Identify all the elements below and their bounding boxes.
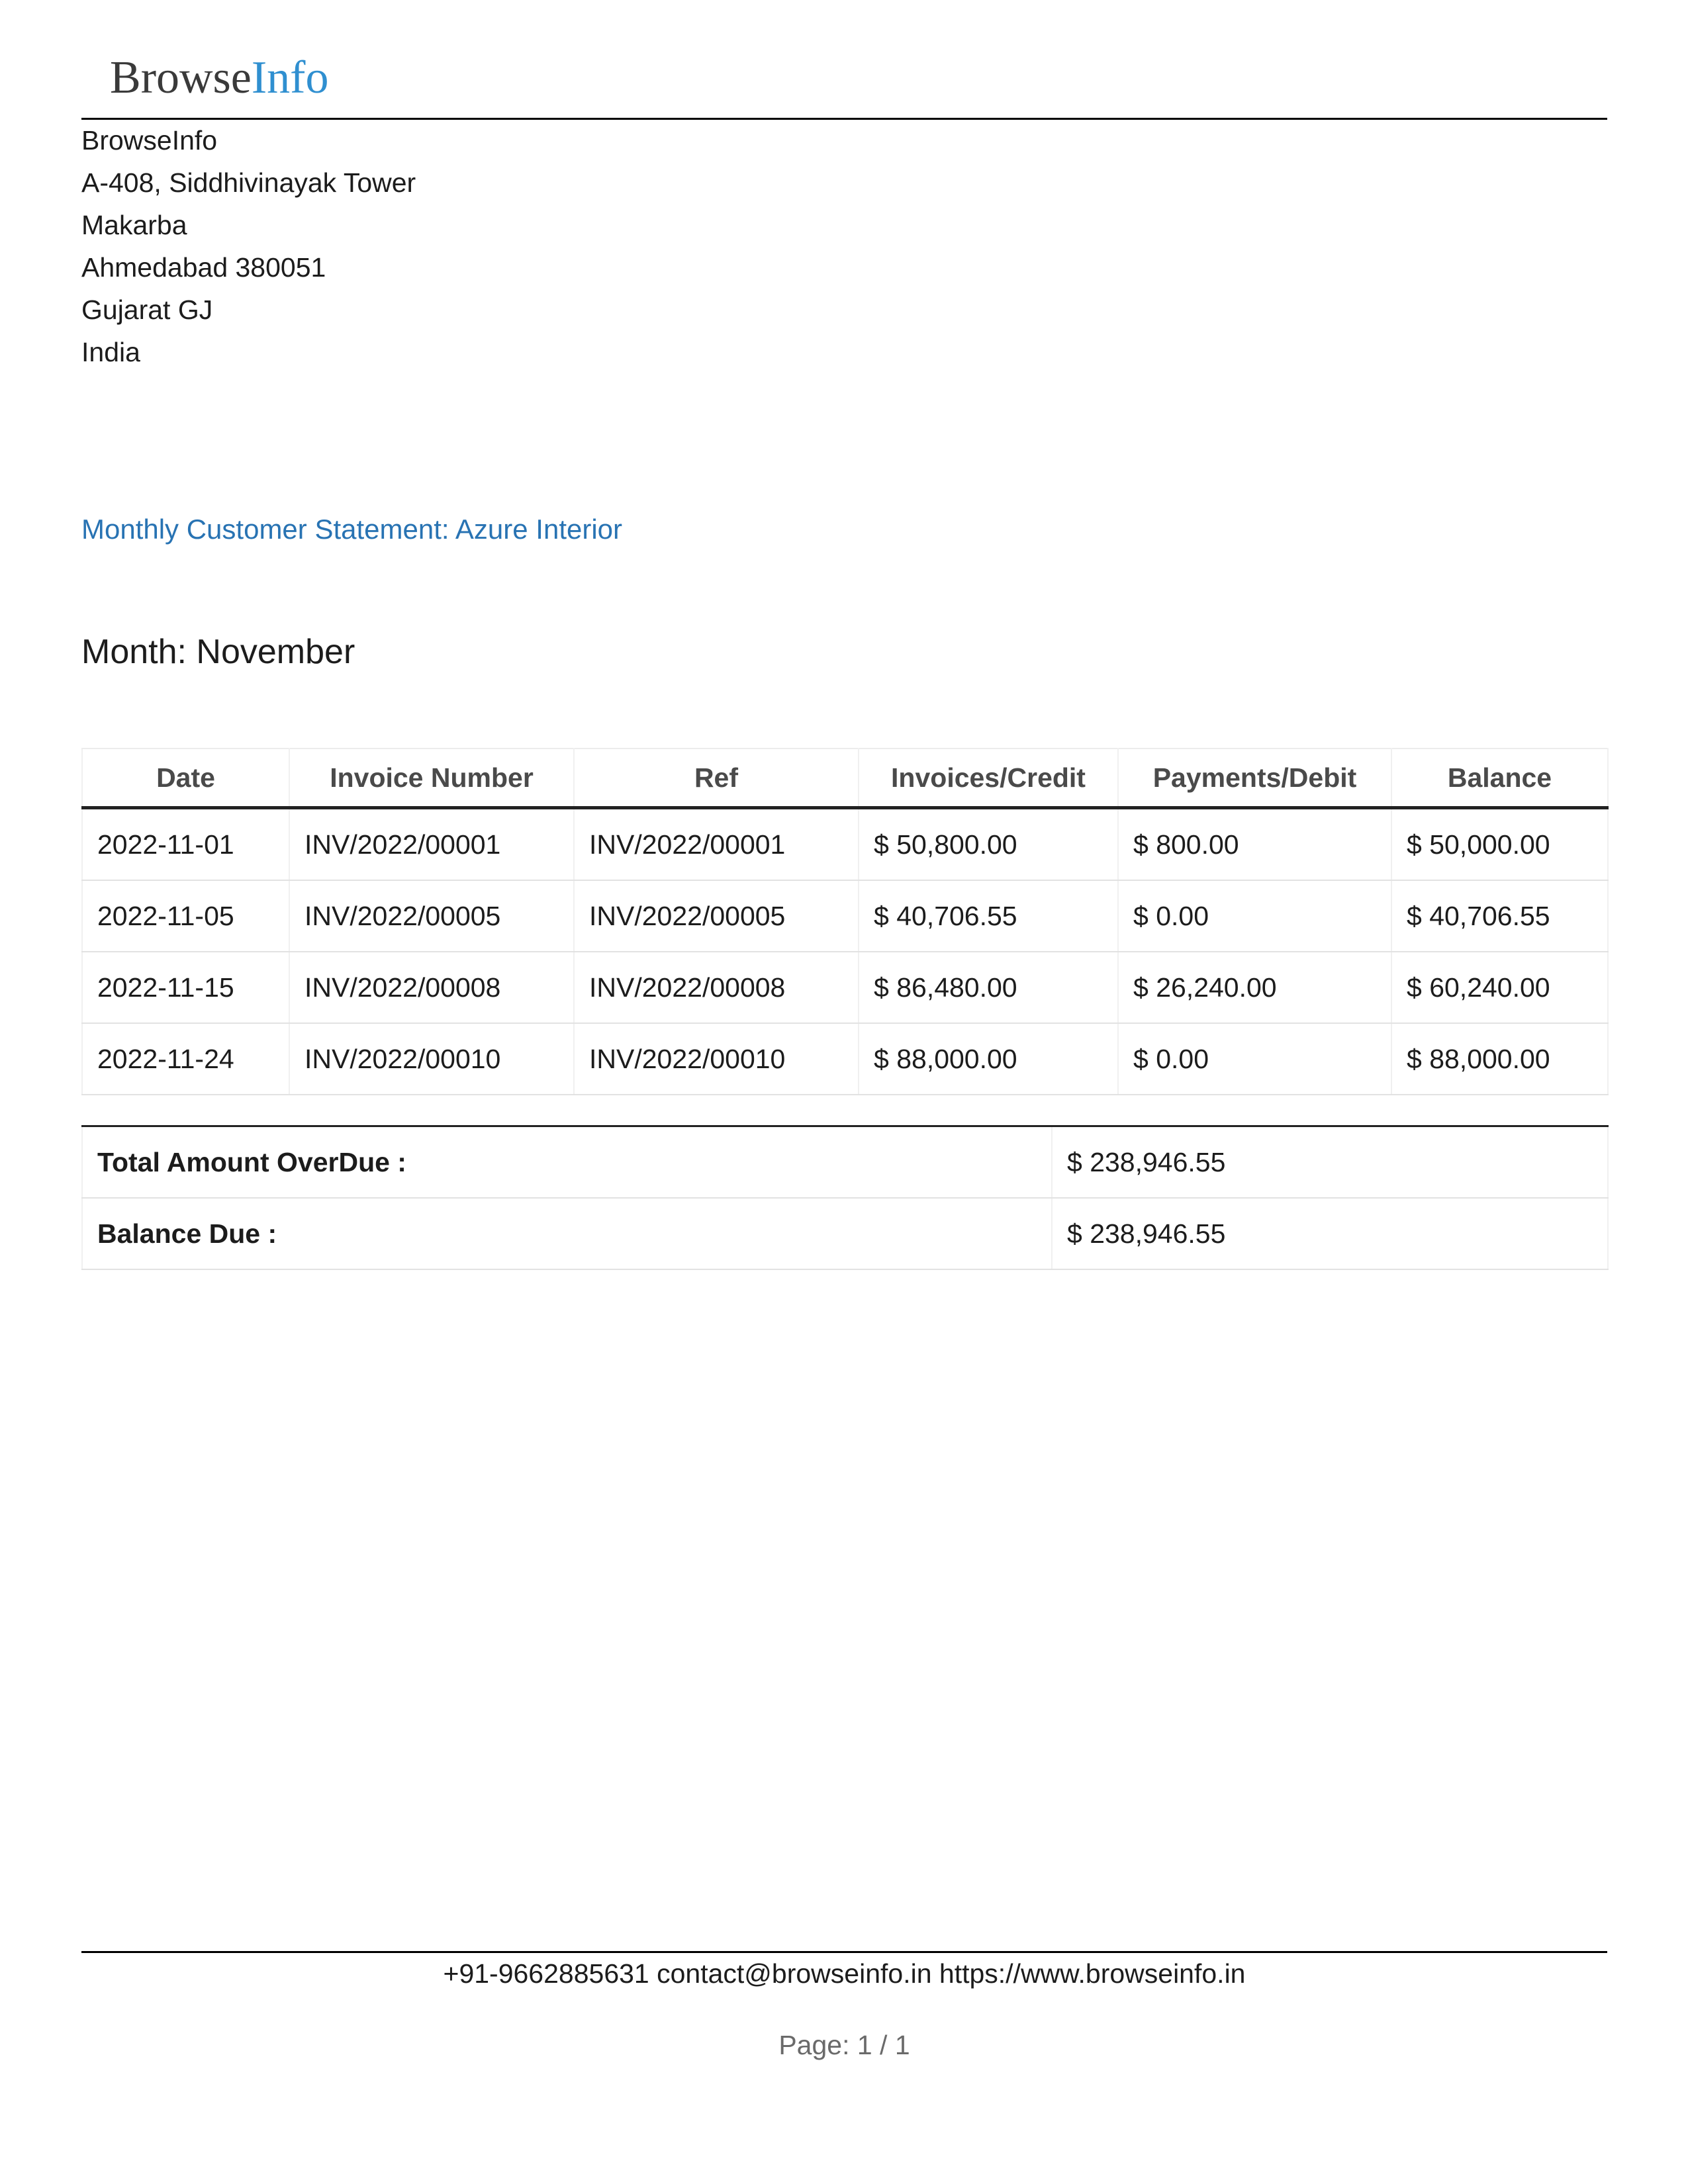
- cell-date: 2022-11-15: [81, 952, 290, 1024]
- address-state: Gujarat GJ: [81, 295, 213, 325]
- table-row: 2022-11-01 INV/2022/00001 INV/2022/00001…: [81, 807, 1609, 881]
- total-overdue-value: $ 238,946.55: [1051, 1126, 1609, 1199]
- cell-invoice-number: INV/2022/00008: [289, 952, 575, 1024]
- cell-ref: INV/2022/00008: [573, 952, 859, 1024]
- cell-invoices-credit: $ 50,800.00: [858, 807, 1119, 881]
- column-header-invoice-number: Invoice Number: [289, 748, 575, 809]
- cell-ref: INV/2022/00010: [573, 1023, 859, 1095]
- total-overdue-row: Total Amount OverDue : $ 238,946.55: [81, 1126, 1609, 1199]
- table-row: 2022-11-24 INV/2022/00010 INV/2022/00010…: [81, 1023, 1609, 1095]
- cell-date: 2022-11-05: [81, 880, 290, 952]
- address-street: A-408, Siddhivinayak Tower: [81, 167, 416, 198]
- address-city: Ahmedabad 380051: [81, 252, 326, 283]
- cell-payments-debit: $ 0.00: [1117, 1023, 1392, 1095]
- statement-title: Monthly Customer Statement: Azure Interi…: [81, 514, 623, 545]
- cell-invoices-credit: $ 88,000.00: [858, 1023, 1119, 1095]
- cell-date: 2022-11-24: [81, 1023, 290, 1095]
- cell-payments-debit: $ 26,240.00: [1117, 952, 1392, 1024]
- logo-text-browse: Browse: [110, 52, 252, 103]
- company-address: BrowseInfo A-408, Siddhivinayak Tower Ma…: [81, 119, 416, 373]
- table-header-row: Date Invoice Number Ref Invoices/Credit …: [81, 748, 1609, 809]
- column-header-ref: Ref: [573, 748, 859, 809]
- cell-invoice-number: INV/2022/00001: [289, 807, 575, 881]
- cell-payments-debit: $ 0.00: [1117, 880, 1392, 952]
- company-name: BrowseInfo: [81, 125, 218, 156]
- table-row: 2022-11-05 INV/2022/00005 INV/2022/00005…: [81, 880, 1609, 952]
- footer-divider: [81, 1951, 1607, 1953]
- cell-payments-debit: $ 800.00: [1117, 807, 1392, 881]
- cell-balance: $ 88,000.00: [1391, 1023, 1609, 1095]
- column-header-payments-debit: Payments/Debit: [1117, 748, 1392, 809]
- statement-lines-table: Date Invoice Number Ref Invoices/Credit …: [81, 748, 1609, 1095]
- totals-table: Total Amount OverDue : $ 238,946.55 Bala…: [81, 1125, 1609, 1270]
- cell-balance: $ 50,000.00: [1391, 807, 1609, 881]
- statement-month: Month: November: [81, 633, 355, 671]
- logo-text-info: Info: [251, 52, 329, 103]
- address-country: India: [81, 337, 140, 367]
- cell-date: 2022-11-01: [81, 807, 290, 881]
- table-row: 2022-11-15 INV/2022/00008 INV/2022/00008…: [81, 952, 1609, 1024]
- cell-balance: $ 60,240.00: [1391, 952, 1609, 1024]
- cell-ref: INV/2022/00005: [573, 880, 859, 952]
- cell-ref: INV/2022/00001: [573, 807, 859, 881]
- cell-invoice-number: INV/2022/00010: [289, 1023, 575, 1095]
- total-overdue-label: Total Amount OverDue :: [81, 1126, 1053, 1199]
- address-area: Makarba: [81, 210, 187, 240]
- cell-invoices-credit: $ 40,706.55: [858, 880, 1119, 952]
- cell-invoice-number: INV/2022/00005: [289, 880, 575, 952]
- balance-due-value: $ 238,946.55: [1051, 1198, 1609, 1270]
- company-logo: BrowseInfo: [110, 45, 329, 111]
- page-number: Page: 1 / 1: [778, 2030, 910, 2060]
- column-header-date: Date: [81, 748, 290, 809]
- balance-due-row: Balance Due : $ 238,946.55: [81, 1198, 1609, 1270]
- column-header-invoices-credit: Invoices/Credit: [858, 748, 1119, 809]
- cell-balance: $ 40,706.55: [1391, 880, 1609, 952]
- footer-contact-info: +91-9662885631 contact@browseinfo.in htt…: [443, 1958, 1246, 1989]
- balance-due-label: Balance Due :: [81, 1198, 1053, 1270]
- cell-invoices-credit: $ 86,480.00: [858, 952, 1119, 1024]
- column-header-balance: Balance: [1391, 748, 1609, 809]
